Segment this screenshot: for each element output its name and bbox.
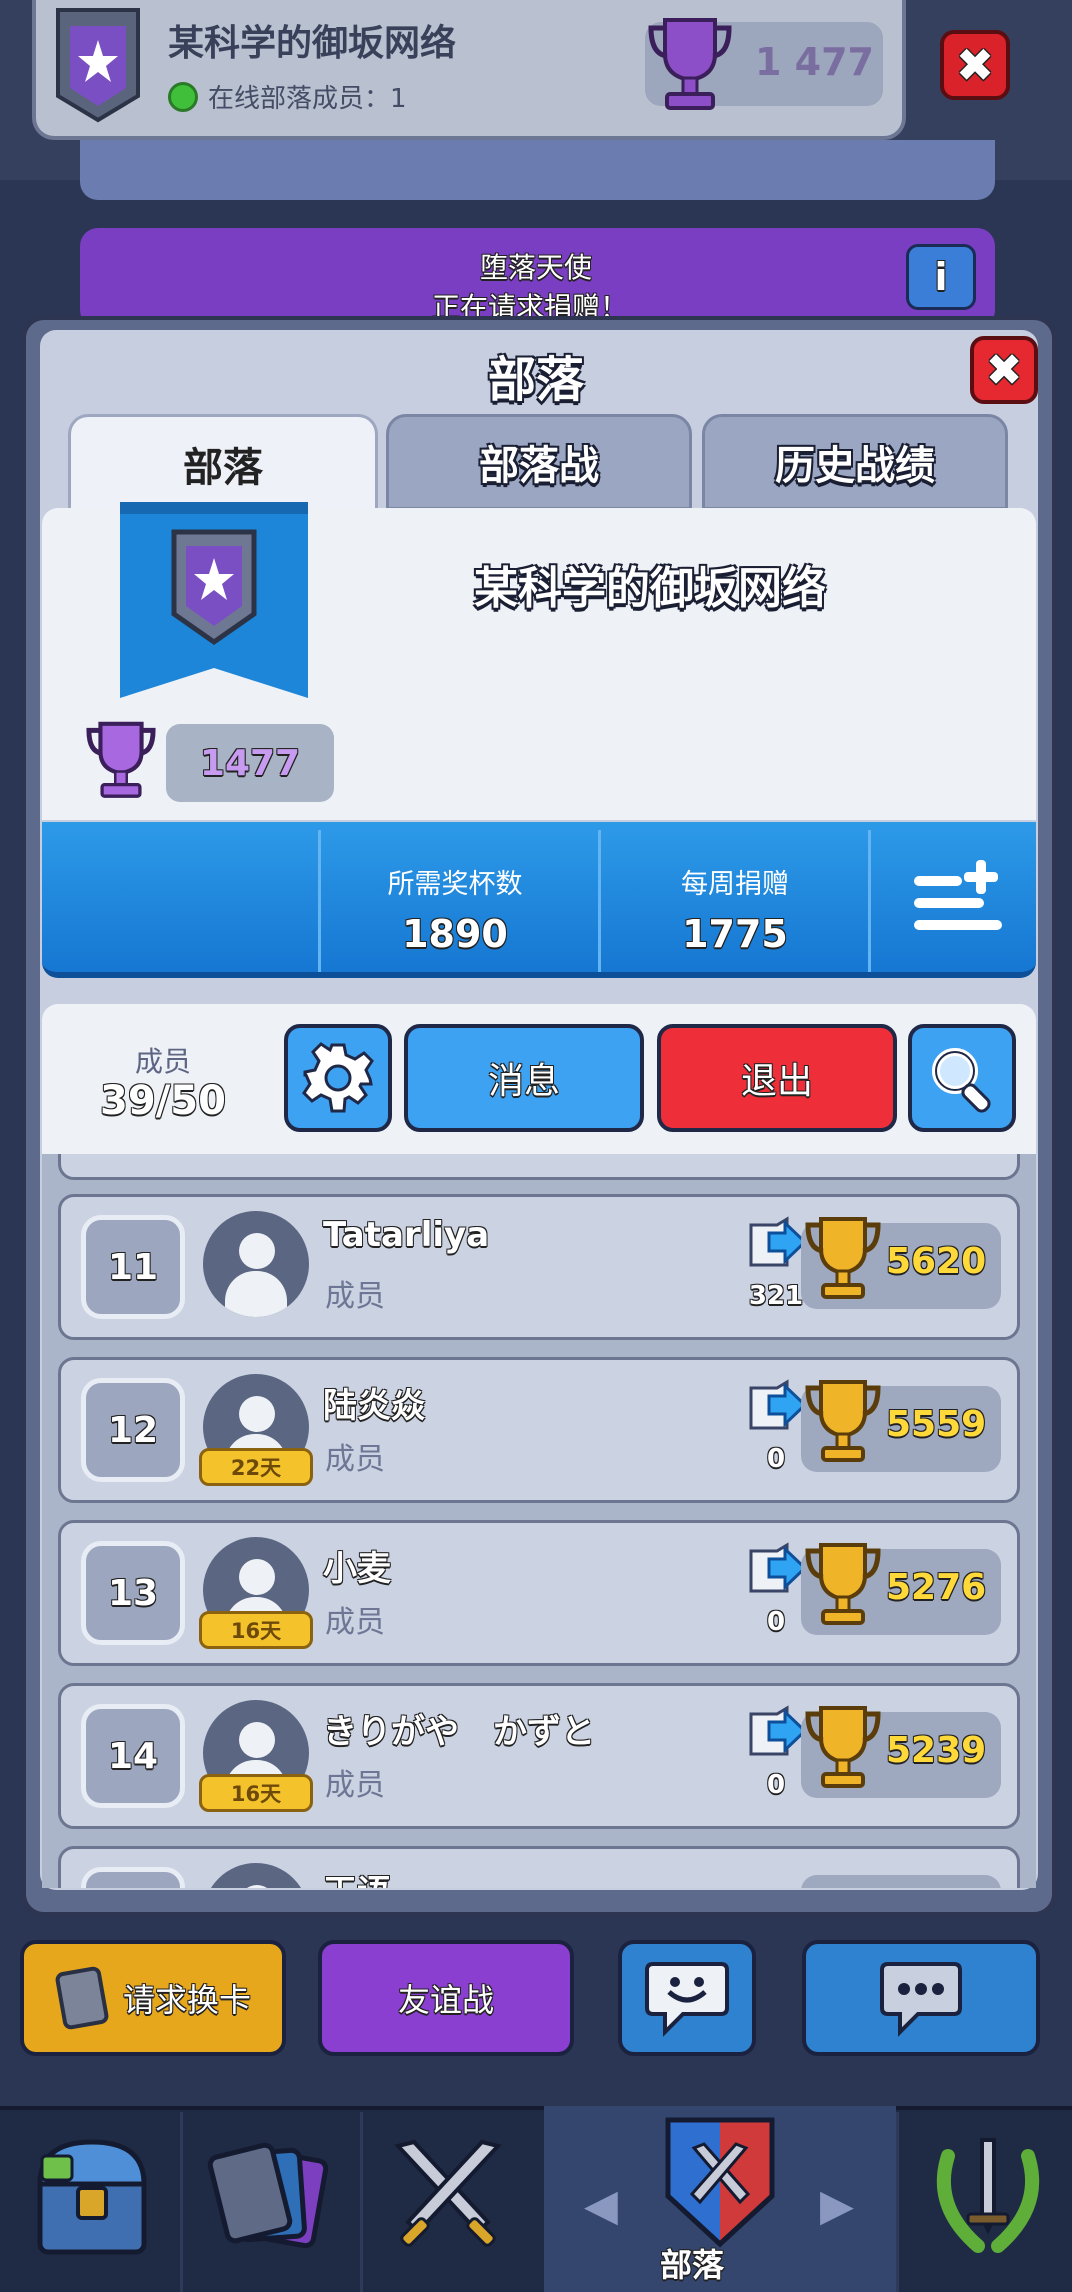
member-role: 成员 [325,1605,385,1640]
header-close-button[interactable]: ✖ [940,30,1010,100]
member-trophies: 5559 [886,1404,987,1445]
members-count: 39/50 [100,1078,226,1124]
nav-shop-chest-icon[interactable] [22,2126,162,2266]
message-button[interactable]: 消息 [404,1024,644,1132]
member-name: Tatarliya [323,1215,490,1255]
info-button[interactable]: i [906,244,976,310]
member-rank: 13 [81,1541,185,1645]
nav-prev-arrow-icon[interactable]: ◀ [584,2180,618,2231]
chat-bubble-icon [880,1962,962,2037]
nav-events-laurel-icon[interactable] [918,2126,1058,2266]
nav-battle-swords-icon[interactable] [378,2126,518,2266]
required-trophies-value: 1890 [402,912,508,956]
request-player-name: 堕落天使 [480,251,593,284]
nav-separator [360,2112,363,2292]
member-role: 成员 [325,1768,385,1803]
member-rank: 14 [81,1704,185,1808]
member-trophies: 5620 [886,1241,987,1282]
nav-clan-label: 部落 [660,2246,725,2284]
tab-clan-war[interactable]: 部落战 [386,414,692,510]
gear-icon [302,1042,374,1113]
nav-next-arrow-icon[interactable]: ▶ [820,2180,854,2231]
clan-settings-button[interactable] [284,1024,392,1132]
close-icon: ✖ [955,38,995,92]
tab-clan[interactable]: 部落 [68,414,378,510]
donation-arrow-icon [749,1542,807,1593]
members-label: 成员 [134,1045,191,1078]
header-trophy-count: 1 477 [755,40,874,84]
member-days-badge: 22天 [199,1448,313,1486]
donation-arrow-icon [749,1705,807,1756]
member-rank: 12 [81,1378,185,1482]
search-button[interactable] [908,1024,1016,1132]
list-item-partial[interactable] [58,1154,1020,1180]
request-cards-label: 请求换卡 [122,1981,251,2019]
request-cards-button[interactable]: 请求换卡 [20,1940,286,2056]
close-icon: ✖ [985,344,1023,396]
leave-button[interactable]: 退出 [657,1024,897,1132]
trophy-icon [648,18,732,110]
trophy-icon [86,721,156,798]
trophy-icon [805,1380,881,1462]
member-name: 王语 [323,1865,391,1888]
member-name: 小麦 [323,1549,391,1589]
clan-trophies: 1477 [166,724,334,802]
donation-arrow-icon [749,1379,807,1430]
member-row[interactable]: 12 22天 陆炎焱 成员 0 5559 [58,1357,1020,1503]
chat-button[interactable] [802,1940,1040,2056]
trophy-icon [805,1543,881,1625]
clan-banner-icon [120,502,308,698]
clan-name: 某科学的御坂网络 [474,563,826,614]
nav-separator [180,2112,183,2292]
member-trophy-box [801,1875,1001,1888]
modal-title: 部落 [487,352,584,408]
nav-separator [896,2112,899,2292]
info-icon: i [934,255,948,299]
member-name: 陆炎焱 [323,1386,425,1426]
weekly-donations-value: 1775 [682,912,788,956]
member-role: 成员 [325,1279,385,1314]
member-role: 成员 [325,1442,385,1477]
online-label: 在线部落成员：1 [208,84,407,114]
friendly-battle-button[interactable]: 友谊战 [318,1940,574,2056]
member-rank [81,1867,185,1888]
weekly-donations-label: 每周捐赠 [681,869,789,900]
search-icon [932,1048,991,1113]
online-dot-icon [168,81,198,112]
member-row[interactable]: 14 16天 きりがや かずと 成员 0 5239 [58,1683,1020,1829]
member-list[interactable]: 11 Tatarliya 成员 321 5620 12 22天 陆炎焱 成员 0… [42,1154,1036,1888]
background-strip [80,140,995,200]
avatar [203,1863,309,1888]
nav-cards-icon[interactable] [200,2126,340,2266]
member-row[interactable]: 11 Tatarliya 成员 321 5620 [58,1194,1020,1340]
nav-clan-icon[interactable] [650,2112,790,2252]
emote-chat-icon [645,1962,729,2037]
member-name: きりがや かずと [323,1712,595,1752]
member-rank: 11 [81,1215,185,1319]
tab-history[interactable]: 历史战绩 [702,414,1008,510]
emote-button[interactable] [618,1940,756,2056]
member-trophies: 5239 [886,1730,987,1771]
required-trophies-label: 所需奖杯数 [387,869,523,900]
member-trophies: 5276 [886,1567,987,1608]
trophy-icon [805,1217,881,1299]
sort-filter-icon[interactable] [910,854,1006,944]
card-icon [55,1966,109,2030]
member-days-badge: 16天 [199,1611,313,1649]
donation-arrow-icon [749,1216,807,1267]
member-days-badge: 16天 [199,1774,313,1812]
online-members: 在线部落成员：1 [168,78,407,115]
member-row[interactable]: 13 16天 小麦 成员 0 5276 [58,1520,1020,1666]
header-clan-name: 某科学的御坂网络 [168,23,457,64]
clan-badge-icon [56,8,140,123]
trophy-icon [805,1706,881,1788]
modal-close-button[interactable]: ✖ [970,336,1038,404]
avatar [203,1211,309,1317]
member-row[interactable]: 王语 [58,1846,1020,1888]
